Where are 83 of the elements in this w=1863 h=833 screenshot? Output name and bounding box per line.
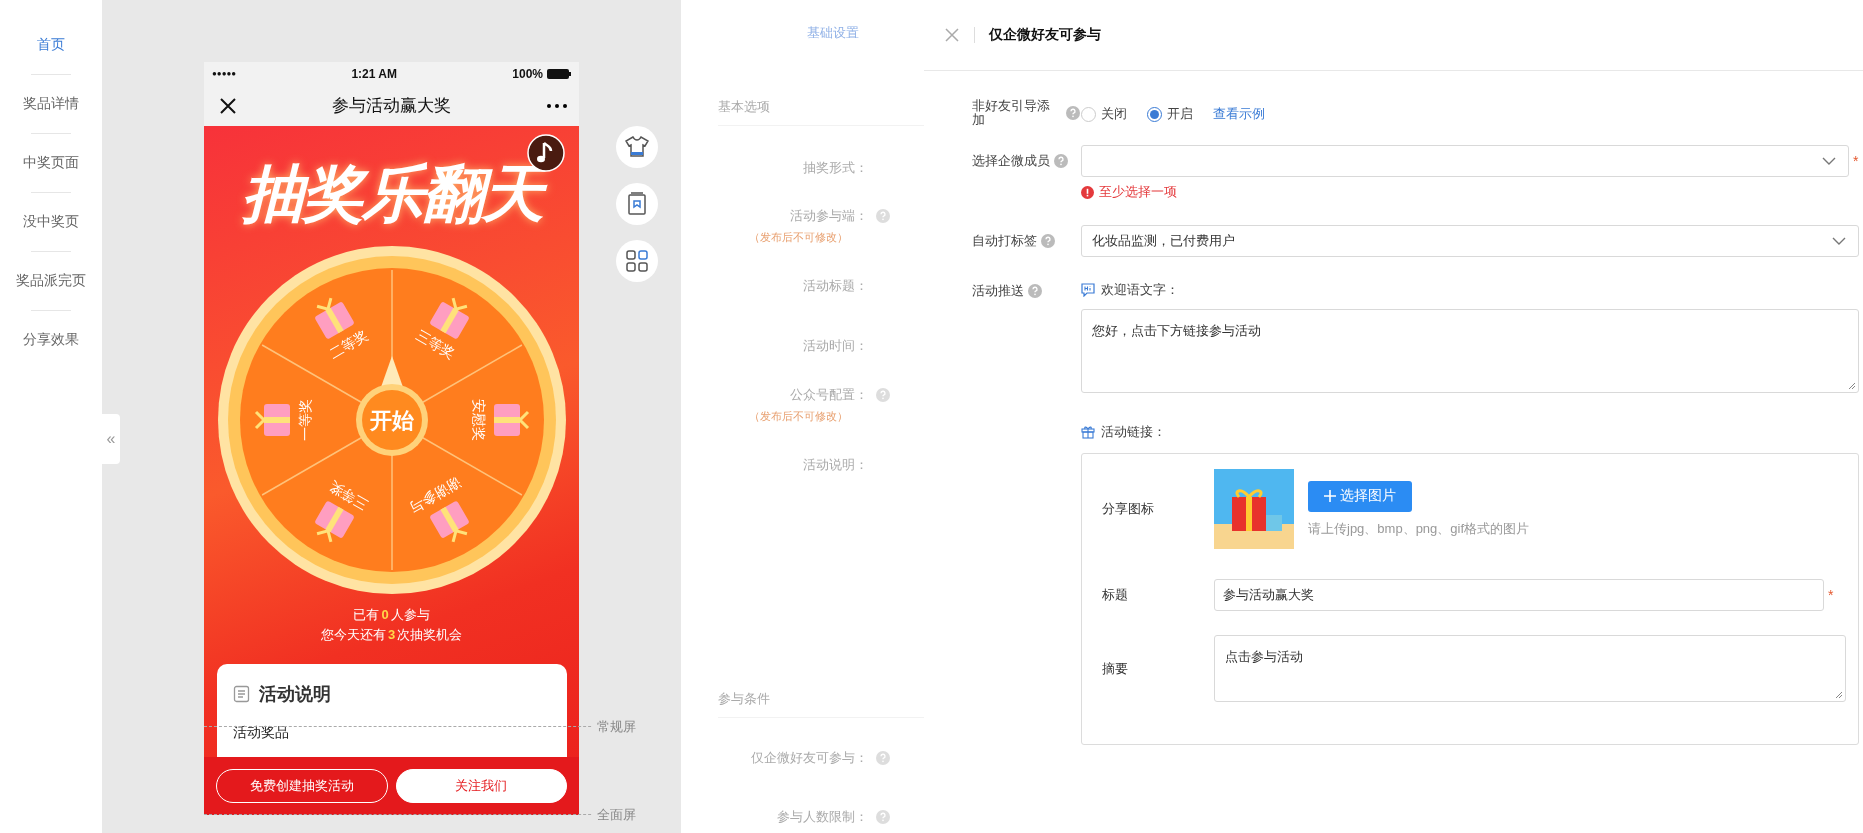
field-label: 活动推送 [972, 282, 1024, 300]
sidebar-item[interactable]: 没中奖页 [23, 193, 79, 251]
battery-text: 100% [512, 66, 543, 81]
signal-text: ●●●●● [212, 69, 237, 78]
status-time: 1:21 AM [351, 66, 397, 81]
battery-icon [547, 68, 571, 79]
help-icon[interactable] [1041, 234, 1055, 248]
chevron-down-icon [1822, 157, 1836, 165]
plus-icon [1324, 490, 1336, 502]
chevron-down-icon [1832, 237, 1846, 245]
section-title: 基本选项 [718, 98, 770, 116]
gift-icon [254, 404, 290, 436]
summary-textarea[interactable]: 点击参与活动 [1214, 635, 1846, 702]
prize-label: 安慰奖 [470, 399, 487, 441]
prize-label: 二等奖 [325, 327, 371, 363]
field-label: 非好友引导添加 [972, 99, 1051, 127]
help-icon[interactable] [1028, 284, 1042, 298]
sidebar-item[interactable]: 奖品详情 [23, 75, 79, 133]
field-label: 选择企微成员 [972, 152, 1050, 170]
help-icon[interactable] [876, 810, 890, 824]
welcome-textarea[interactable]: 您好，点击下方链接参与活动 [1081, 309, 1859, 393]
prize-label: 三等奖 [325, 477, 371, 513]
drawer-title: 仅企微好友可参与 [989, 26, 1101, 44]
sidebar-item[interactable]: 中奖页面 [23, 134, 79, 192]
resize-grip-icon[interactable] [1848, 382, 1856, 390]
help-icon[interactable] [1054, 154, 1068, 168]
action-button[interactable]: 关注我们 [395, 769, 567, 803]
field-label: 公众号配置： [790, 386, 868, 404]
member-select[interactable] [1081, 145, 1849, 177]
bookmark-page-icon[interactable] [616, 183, 658, 225]
gift-icon [1081, 425, 1095, 439]
gift-icon [493, 404, 529, 436]
prize-label: 谢谢参与 [406, 474, 464, 517]
close-icon[interactable] [220, 97, 236, 114]
sub-label: 欢迎语文字： [1101, 281, 1179, 299]
field-note: （发布后不可修改） [749, 409, 848, 424]
field-label: 活动参与端： [790, 207, 868, 225]
field-note: （发布后不可修改） [749, 230, 848, 245]
shirt-icon[interactable] [616, 126, 658, 168]
upload-hint: 请上传jpg、bmp、png、gif格式的图片 [1308, 519, 1530, 538]
help-icon[interactable] [1066, 106, 1080, 120]
screen-marker-label: 常规屏 [593, 718, 636, 736]
more-icon[interactable] [547, 103, 567, 108]
sub-label: 活动链接： [1101, 423, 1166, 441]
section-title: 参与条件 [718, 690, 770, 708]
help-icon[interactable] [876, 751, 890, 765]
screen-marker-label: 全面屏 [593, 806, 636, 824]
field-label: 自动打标签 [972, 232, 1037, 250]
required-mark: * [1828, 587, 1835, 603]
stats-text: 已有 0人参与 [353, 606, 430, 624]
prize-label: 一等奖 [296, 399, 313, 441]
field-label: 参与人数限制： [777, 808, 868, 826]
field-label: 活动标题： [803, 277, 868, 295]
action-button[interactable]: 免费创建抽奖活动 [216, 769, 388, 803]
prize-label: 三等奖 [412, 327, 458, 363]
tag-select[interactable]: 化妆品监测，已付费用户 [1081, 225, 1859, 257]
error-message: 至少选择一项 [1099, 183, 1177, 201]
help-icon[interactable] [876, 388, 890, 402]
field-label: 摘要 [1101, 659, 1129, 678]
required-mark: * [1853, 153, 1860, 169]
stats-text: 您今天还有3次抽奖机会 [320, 626, 463, 644]
example-link[interactable]: 查看示例 [1213, 105, 1265, 123]
resize-grip-icon[interactable] [1835, 691, 1843, 699]
radio-option[interactable]: 关闭 [1081, 105, 1127, 123]
grid-icon[interactable] [616, 240, 658, 282]
help-icon[interactable] [876, 209, 890, 223]
field-label: 仅企微好友可参与： [751, 749, 868, 767]
error-icon [1081, 185, 1094, 199]
page-title: 参与活动赢大奖 [332, 95, 451, 117]
document-icon [232, 685, 251, 703]
field-label: 活动时间： [803, 337, 868, 355]
card-title: 活动说明 [258, 683, 331, 706]
field-label: 抽奖形式： [803, 159, 868, 177]
sidebar-item[interactable]: 奖品派完页 [16, 252, 86, 310]
chat-hi-icon [1081, 283, 1095, 297]
title-input[interactable]: 参与活动赢大奖 [1214, 579, 1824, 611]
choose-image-button[interactable]: 选择图片 [1308, 480, 1412, 512]
radio-option[interactable]: 开启 [1147, 105, 1193, 123]
sidebar-item[interactable]: 分享效果 [23, 311, 79, 369]
field-label: 标题 [1101, 586, 1129, 604]
sidebar-item[interactable]: 首页 [37, 16, 65, 74]
field-label: 分享图标 [1101, 500, 1155, 518]
field-label: 活动说明： [803, 456, 868, 474]
